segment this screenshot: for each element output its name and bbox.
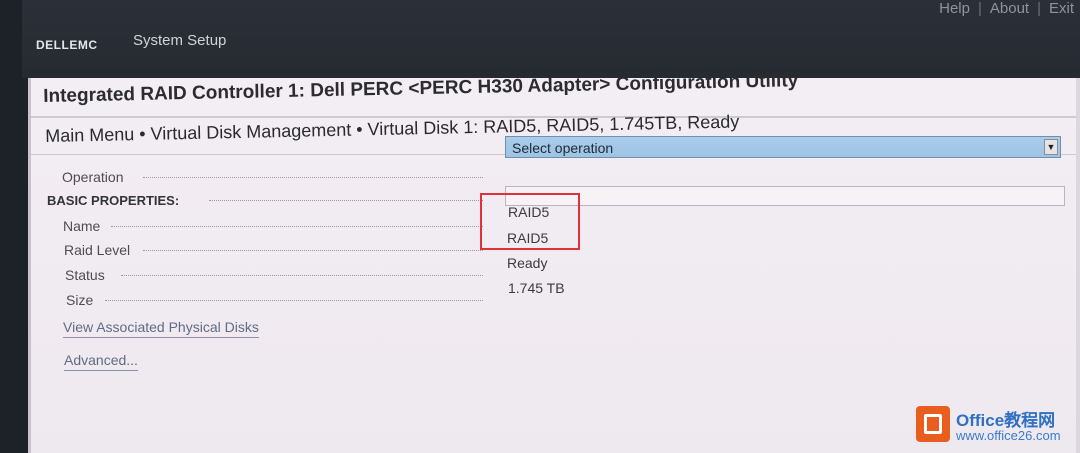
basic-properties-heading: BASIC PROPERTIES: xyxy=(47,193,180,208)
screen-edge xyxy=(1076,78,1080,453)
name-input[interactable] xyxy=(505,186,1065,206)
status-value: Ready xyxy=(507,255,548,271)
raid-level-label: Raid Level xyxy=(64,242,131,258)
name-label: Name xyxy=(63,218,101,234)
help-link[interactable]: Help xyxy=(933,0,976,18)
annotation-highlight-box xyxy=(480,193,580,250)
monitor-frame: Help | About | Exit DELLEMC System Setup… xyxy=(0,0,1080,453)
exit-link[interactable]: Exit xyxy=(1043,0,1080,18)
leader-dots xyxy=(143,250,483,251)
about-link[interactable]: About xyxy=(984,0,1035,18)
leader-dots xyxy=(209,200,483,201)
status-label: Status xyxy=(65,267,105,283)
operation-label: Operation xyxy=(62,169,124,185)
watermark: Office教程网 www.office26.com xyxy=(916,402,1080,450)
link-separator: | xyxy=(977,0,982,17)
top-links: Help | About | Exit xyxy=(933,0,1080,18)
size-value: 1.745 TB xyxy=(508,280,565,296)
system-setup-title: System Setup xyxy=(133,32,227,49)
configuration-panel: Integrated RAID Controller 1: Dell PERC … xyxy=(28,70,1080,453)
link-separator: | xyxy=(1037,0,1041,17)
watermark-url: www.office26.com xyxy=(956,428,1061,443)
dropdown-arrow-icon[interactable]: ▼ xyxy=(1044,139,1058,155)
office-logo-icon xyxy=(916,406,950,442)
size-label: Size xyxy=(66,292,94,308)
view-associated-physical-disks-link[interactable]: View Associated Physical Disks xyxy=(63,319,259,338)
leader-dots xyxy=(121,275,483,276)
operation-select-value: Select operation xyxy=(512,140,614,156)
leader-dots xyxy=(111,226,483,227)
leader-dots xyxy=(143,177,483,178)
operation-select[interactable]: Select operation ▼ xyxy=(505,136,1061,158)
advanced-link[interactable]: Advanced... xyxy=(64,352,138,371)
dell-emc-logo: DELLEMC xyxy=(36,38,98,52)
top-navigation-bar: Help | About | Exit DELLEMC System Setup xyxy=(22,0,1080,78)
leader-dots xyxy=(105,300,483,301)
